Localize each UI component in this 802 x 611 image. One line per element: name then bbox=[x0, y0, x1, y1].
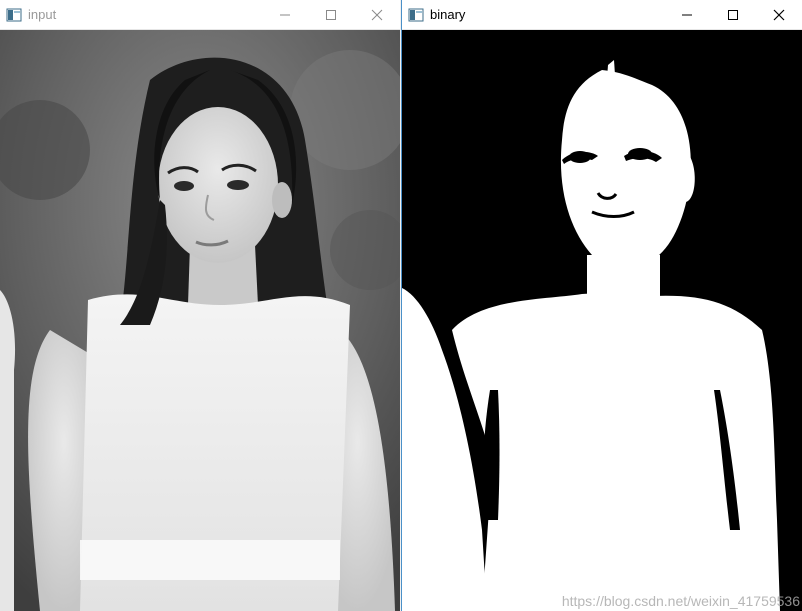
close-icon bbox=[773, 9, 785, 20]
maximize-button[interactable] bbox=[710, 0, 756, 30]
grayscale-photo bbox=[0, 30, 400, 611]
minimize-button[interactable] bbox=[664, 0, 710, 30]
binary-titlebar[interactable]: binary bbox=[402, 0, 802, 30]
watermark-text: https://blog.csdn.net/weixin_41759536 bbox=[561, 593, 800, 609]
minimize-icon bbox=[280, 14, 290, 15]
desktop: input binary https://blog.csdn.net/weixi… bbox=[0, 0, 802, 611]
minimize-icon bbox=[682, 14, 692, 15]
input-window[interactable]: input bbox=[0, 0, 400, 611]
close-button[interactable] bbox=[354, 0, 400, 30]
input-titlebar[interactable]: input bbox=[0, 0, 400, 30]
app-icon bbox=[6, 7, 22, 23]
close-button[interactable] bbox=[756, 0, 802, 30]
window-title: binary bbox=[430, 7, 466, 22]
app-icon bbox=[408, 7, 424, 23]
minimize-button[interactable] bbox=[262, 0, 308, 30]
maximize-icon bbox=[326, 9, 336, 20]
binary-window[interactable]: binary https://blog.csdn.net/weixin_4175… bbox=[401, 0, 802, 611]
binary-threshold-image bbox=[402, 30, 802, 611]
close-icon bbox=[371, 9, 383, 20]
window-title: input bbox=[28, 7, 57, 22]
binary-image: https://blog.csdn.net/weixin_41759536 bbox=[402, 30, 802, 611]
maximize-icon bbox=[728, 9, 738, 20]
input-image bbox=[0, 30, 400, 611]
maximize-button[interactable] bbox=[308, 0, 354, 30]
